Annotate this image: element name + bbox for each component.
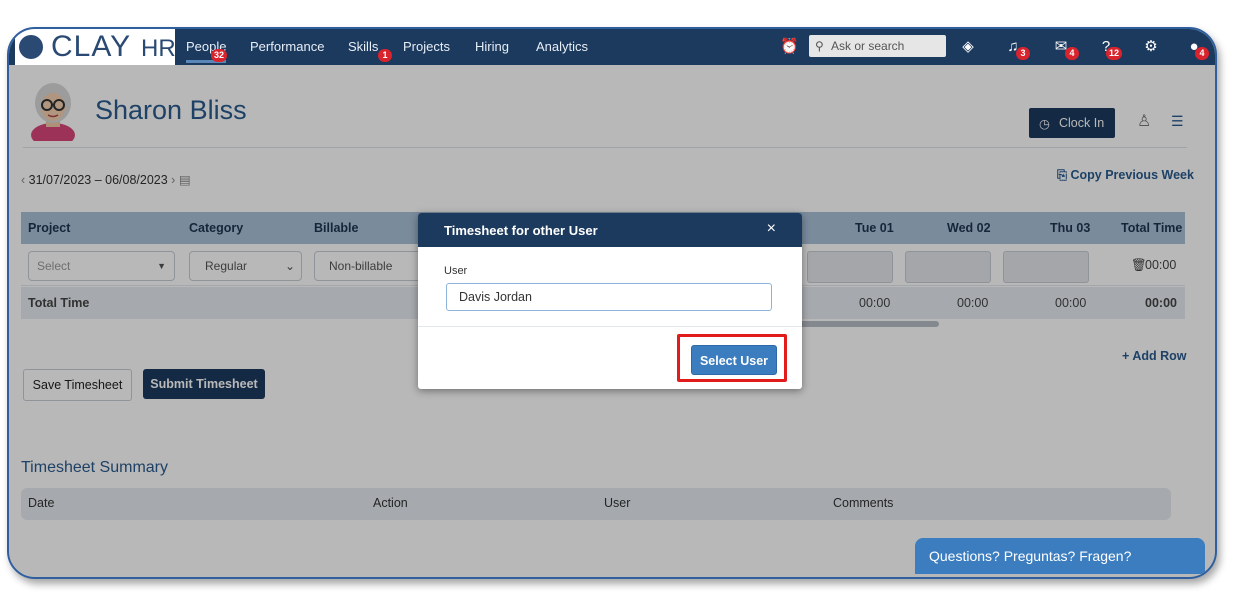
- search-input[interactable]: ⚲ Ask or search: [809, 35, 946, 57]
- nav-analytics[interactable]: Analytics: [536, 39, 588, 54]
- logo-text: CLAY: [51, 30, 132, 63]
- chat-label: Questions? Preguntas? Fragen?: [929, 548, 1132, 564]
- people-badge: 32: [211, 49, 228, 62]
- modal-title: Timesheet for other User: [444, 223, 598, 238]
- search-icon: ⚲: [815, 39, 824, 53]
- app-window: CLAY HR People 32 Performance Skills 1 P…: [7, 27, 1217, 579]
- modal-divider: [418, 326, 802, 327]
- notifications-badge: 3: [1016, 47, 1030, 60]
- help-badge: 12: [1106, 47, 1123, 60]
- nav-performance[interactable]: Performance: [250, 39, 324, 54]
- globe-icon: [19, 35, 43, 59]
- logo-suffix: HR: [141, 35, 176, 62]
- chat-widget[interactable]: Questions? Preguntas? Fragen?: [915, 538, 1205, 574]
- close-icon[interactable]: ×: [767, 220, 776, 238]
- messages-badge: 4: [1065, 47, 1079, 60]
- modal-header: Timesheet for other User ×: [418, 213, 802, 247]
- user-field-label: User: [444, 265, 468, 277]
- gear-icon[interactable]: ⚙: [1142, 38, 1160, 56]
- top-nav: CLAY HR People 32 Performance Skills 1 P…: [9, 29, 1215, 65]
- alarm-clock-icon[interactable]: ⏰: [780, 38, 799, 56]
- clayhr-logo[interactable]: CLAY HR: [15, 29, 176, 65]
- profile-badge: 4: [1195, 47, 1209, 60]
- select-user-modal: Timesheet for other User × User Select U…: [418, 213, 802, 389]
- skills-badge: 1: [378, 49, 392, 62]
- nav-hiring[interactable]: Hiring: [475, 39, 509, 54]
- select-user-button[interactable]: Select User: [691, 345, 777, 375]
- nav-skills[interactable]: Skills: [348, 39, 378, 54]
- user-field[interactable]: [446, 283, 772, 311]
- search-placeholder: Ask or search: [831, 39, 905, 53]
- nav-projects[interactable]: Projects: [403, 39, 450, 54]
- layers-icon[interactable]: ◈: [959, 38, 977, 56]
